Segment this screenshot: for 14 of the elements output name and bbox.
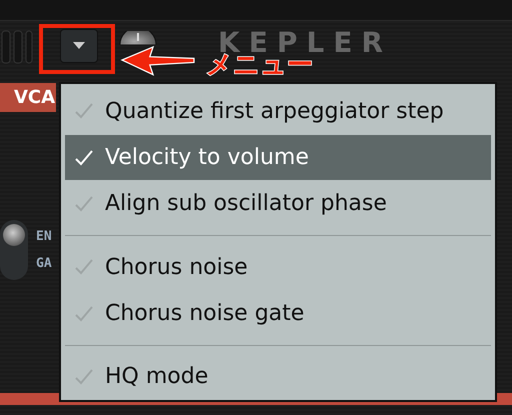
toggle-switch[interactable] (0, 220, 28, 280)
menu-item[interactable]: Velocity to volume (65, 135, 491, 180)
knob-icon[interactable] (118, 31, 158, 45)
caret-icon (73, 42, 85, 50)
menu-item[interactable]: Chorus noise (65, 245, 491, 290)
switch-label: GA (36, 256, 52, 271)
menu-button[interactable] (60, 29, 98, 63)
menu-item[interactable]: HQ mode (65, 354, 491, 399)
menu-item[interactable]: Quantize first arpeggiator step (65, 89, 491, 134)
menu-item[interactable]: Chorus noise gate (65, 291, 491, 336)
menu-item[interactable]: Align sub oscillator phase (65, 182, 491, 226)
vca-label: VCA (0, 83, 56, 112)
switch-label: EN (36, 229, 52, 244)
slider-grooves-icon (0, 29, 34, 65)
